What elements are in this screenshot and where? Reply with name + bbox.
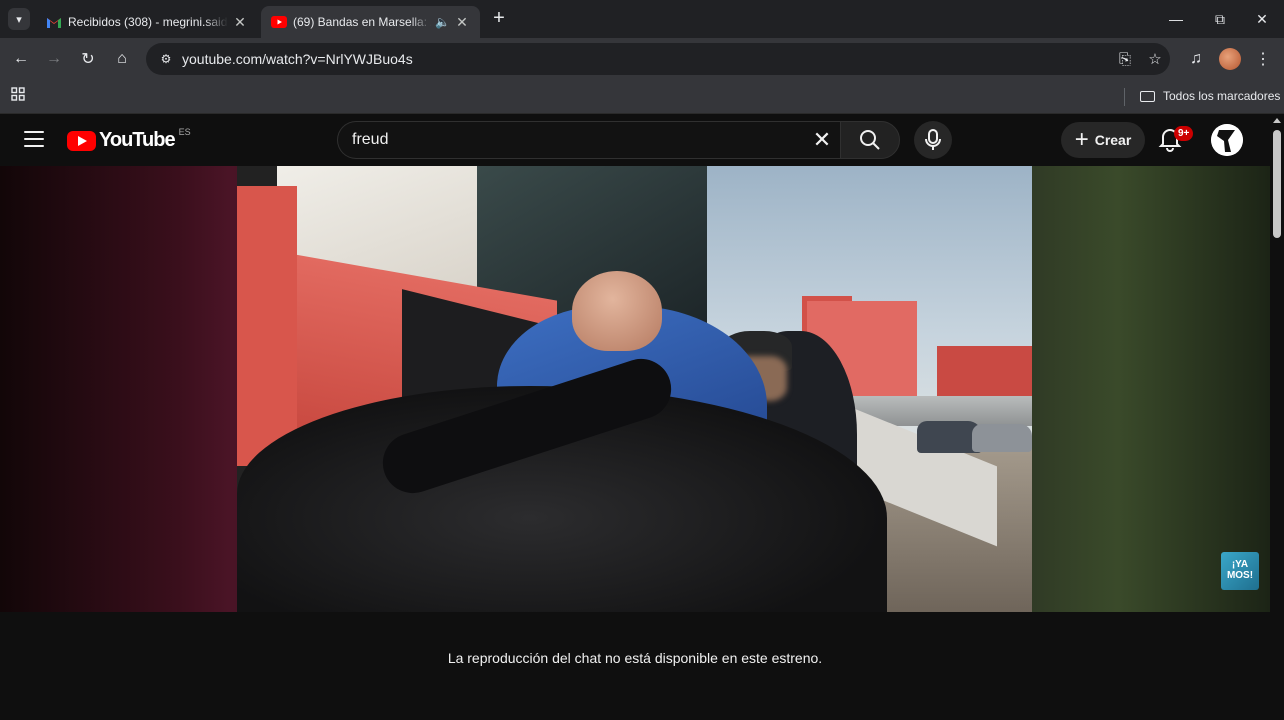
apps-grid-icon[interactable]: [11, 87, 27, 103]
url-text[interactable]: youtube.com/watch?v=NrlYWJBuo4s: [182, 51, 1110, 67]
browser-toolbar: ← → ↻ ⌂ ⚙ youtube.com/watch?v=NrlYWJBuo4…: [0, 38, 1284, 80]
all-bookmarks-label: Todos los marcadores: [1163, 89, 1281, 103]
back-icon[interactable]: ←: [8, 46, 34, 72]
minimize-icon[interactable]: —: [1154, 0, 1198, 38]
search-button[interactable]: [840, 121, 900, 159]
speaker-icon[interactable]: 🔈: [435, 15, 450, 29]
scrollbar-thumb[interactable]: [1273, 130, 1281, 238]
home-icon[interactable]: ⌂: [109, 46, 135, 72]
search-icon: [860, 130, 880, 150]
tab-title: Recibidos (308) - megrini.saidi@: [68, 15, 228, 29]
microphone-icon: [925, 129, 941, 150]
search-bar: freud ✕: [337, 121, 900, 159]
page-scrollbar[interactable]: [1270, 114, 1284, 720]
bookmarks-divider: [1124, 88, 1125, 106]
create-button[interactable]: + Crear: [1061, 122, 1145, 158]
folder-icon: [1140, 90, 1155, 102]
watermark-text: ¡YA MOS!: [1226, 559, 1254, 581]
scroll-up-icon[interactable]: [1273, 118, 1281, 123]
video-frame[interactable]: [237, 166, 1032, 612]
tab-youtube[interactable]: (69) Bandas en Marsella: Ac 🔈 ✕: [261, 6, 480, 38]
clear-search-icon[interactable]: ✕: [804, 127, 840, 153]
browser-tab-bar: ▾ Recibidos (308) - megrini.saidi@ ✕ (69…: [0, 0, 1284, 38]
account-avatar[interactable]: [1211, 124, 1243, 156]
create-label: Crear: [1094, 132, 1132, 148]
search-input[interactable]: freud ✕: [337, 121, 840, 159]
close-window-icon[interactable]: ✕: [1240, 0, 1284, 38]
address-bar[interactable]: ⚙ youtube.com/watch?v=NrlYWJBuo4s ⎘ ☆: [146, 43, 1170, 75]
plus-icon: +: [1074, 126, 1089, 153]
chat-replay-panel: La reproducción del chat no está disponi…: [0, 612, 1270, 720]
profile-avatar[interactable]: [1219, 48, 1241, 70]
notification-badge: 9+: [1174, 126, 1194, 141]
search-query[interactable]: freud: [352, 131, 804, 149]
new-tab-button[interactable]: +: [488, 8, 510, 30]
bookmark-star-icon[interactable]: ☆: [1140, 50, 1170, 68]
youtube-wordmark: YouTube: [99, 129, 176, 151]
forward-icon[interactable]: →: [41, 46, 67, 72]
site-info-icon[interactable]: ⚙: [152, 52, 180, 66]
gmail-icon: [46, 14, 62, 30]
youtube-header: YouTube ES freud ✕ + Crear 9+: [0, 114, 1270, 166]
tab-gmail[interactable]: Recibidos (308) - megrini.saidi@ ✕: [36, 6, 258, 38]
youtube-logo[interactable]: YouTube ES: [67, 126, 191, 152]
reload-icon[interactable]: ↻: [75, 46, 101, 72]
youtube-icon: [271, 14, 287, 30]
hamburger-menu-icon[interactable]: [24, 131, 44, 147]
video-player[interactable]: ¡YA MOS!: [0, 166, 1270, 612]
tab-close-icon[interactable]: ✕: [232, 14, 248, 30]
voice-search-button[interactable]: [914, 121, 952, 159]
all-bookmarks-button[interactable]: Todos los marcadores: [1140, 86, 1280, 106]
tab-search-chevron-icon[interactable]: ▾: [8, 8, 30, 30]
bookmarks-bar: Todos los marcadores: [0, 80, 1284, 114]
tab-title: (69) Bandas en Marsella: Ac: [293, 15, 432, 29]
more-menu-icon[interactable]: ⋮: [1250, 46, 1276, 72]
chat-unavailable-message: La reproducción del chat no está disponi…: [447, 650, 823, 666]
tab-close-icon[interactable]: ✕: [454, 14, 470, 30]
youtube-play-icon: [67, 130, 96, 151]
install-app-icon[interactable]: ⎘: [1110, 51, 1140, 68]
restore-icon[interactable]: ⧉: [1198, 0, 1242, 38]
media-control-icon[interactable]: ♫: [1183, 46, 1209, 72]
country-code: ES: [178, 126, 191, 137]
channel-watermark[interactable]: ¡YA MOS!: [1221, 552, 1259, 590]
